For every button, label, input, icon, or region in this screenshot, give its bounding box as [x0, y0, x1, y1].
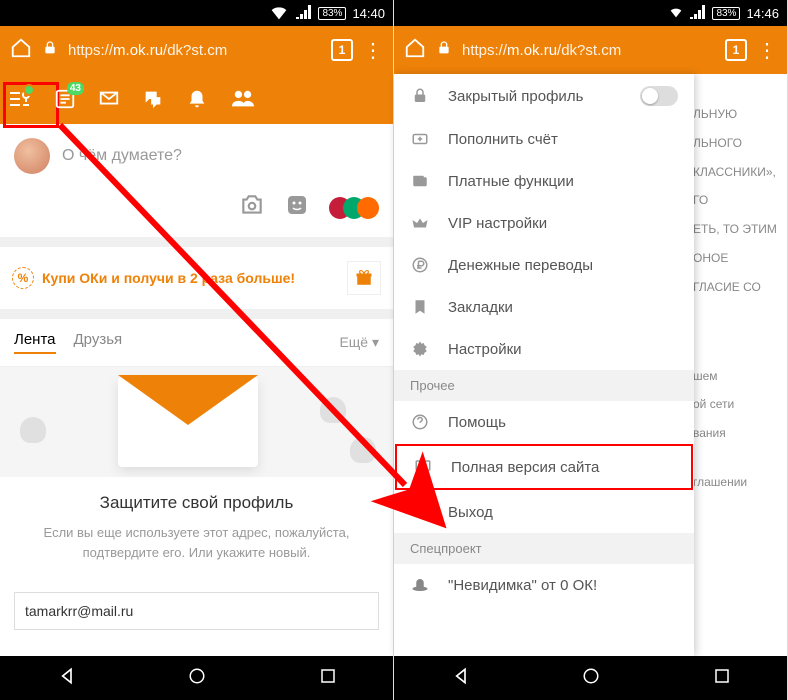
menu-dots-icon[interactable]: ⋮	[363, 38, 383, 63]
tab-count[interactable]: 1	[331, 39, 353, 61]
recents-button[interactable]	[319, 667, 337, 690]
phone-left: 83% 14:40 https://m.ok.ru/dk?st.cm 1 ⋮	[0, 0, 394, 700]
tab-friends[interactable]: Друзья	[74, 331, 123, 354]
feed-badge: 43	[67, 82, 84, 95]
notifications-icon[interactable]	[186, 88, 208, 110]
protect-content: Защитите свой профиль Если вы еще исполь…	[0, 477, 393, 578]
notification-dot	[23, 84, 35, 96]
gear-icon	[410, 340, 430, 358]
status-bar: 83% 14:40	[0, 0, 393, 26]
tab-feed[interactable]: Лента	[14, 331, 56, 354]
side-drawer: Закрытый профиль Пополнить счёт Платные …	[394, 74, 694, 656]
drawer-label: Выход	[448, 504, 493, 521]
wifi-icon	[268, 1, 290, 26]
browser-toolbar: https://m.ok.ru/dk?st.cm 1 ⋮	[394, 26, 787, 74]
recents-button[interactable]	[713, 667, 731, 690]
wallet-icon	[410, 172, 430, 190]
drawer-label: Пополнить счёт	[448, 131, 558, 148]
drawer-item-private[interactable]: Закрытый профиль	[394, 74, 694, 118]
ruble-icon	[410, 256, 430, 274]
exit-icon	[410, 503, 430, 521]
drawer-label: "Невидимка" от 0 ОК!	[448, 577, 597, 594]
status-bar: 83% 14:46	[394, 0, 787, 26]
feed-tabs: Лента Друзья Ещё ▾	[0, 319, 393, 367]
battery-indicator: 83%	[318, 7, 346, 20]
drawer-item-full-version[interactable]: Полная версия сайта	[395, 444, 693, 490]
android-navbar	[394, 656, 787, 700]
clock: 14:46	[746, 6, 779, 21]
phone-right: 83% 14:46 https://m.ok.ru/dk?st.cm 1 ⋮ Л…	[394, 0, 788, 700]
protect-desc: Если вы еще используете этот адрес, пожа…	[20, 523, 373, 562]
tab-count[interactable]: 1	[725, 39, 747, 61]
feed-icon[interactable]: 43	[54, 88, 76, 110]
help-icon	[410, 413, 430, 431]
drawer-item-invisible[interactable]: "Невидимка" от 0 ОК!	[394, 564, 694, 606]
drawer-item-transfers[interactable]: Денежные переводы	[394, 244, 694, 286]
gift-button[interactable]	[347, 261, 381, 295]
drawer-section-special: Спецпроект	[394, 533, 694, 564]
drawer-label: VIP настройки	[448, 215, 547, 232]
monitor-icon	[413, 458, 433, 476]
home-icon[interactable]	[10, 37, 32, 64]
plus-icon	[410, 130, 430, 148]
drawer-label: Платные функции	[448, 173, 574, 190]
browser-toolbar: https://m.ok.ru/dk?st.cm 1 ⋮	[0, 26, 393, 74]
drawer-item-vip[interactable]: VIP настройки	[394, 202, 694, 244]
drawer-label: Настройки	[448, 341, 522, 358]
back-button[interactable]	[450, 666, 470, 691]
home-icon[interactable]	[404, 37, 426, 64]
post-composer[interactable]: О чём думаете?	[0, 124, 393, 188]
battery-indicator: 83%	[712, 7, 740, 20]
background-text: ЛЬНУЮ ЛЬНОГО КЛАССНИКИ», ГО ЕТЬ, ТО ЭТИМ…	[693, 100, 779, 497]
toggle-switch[interactable]	[640, 86, 678, 106]
hamburger-menu[interactable]	[8, 87, 32, 111]
discussions-icon[interactable]	[142, 88, 164, 110]
drawer-label: Закладки	[448, 299, 513, 316]
drawer-label: Полная версия сайта	[451, 459, 599, 476]
email-field[interactable]: tamarkrr@mail.ru	[14, 592, 379, 630]
sticker-icon[interactable]	[285, 193, 309, 222]
promo-text: Купи ОКи и получи в 2 раза больше!	[42, 270, 295, 286]
home-button[interactable]	[582, 667, 600, 690]
drawer-label: Денежные переводы	[448, 257, 593, 274]
friends-icon[interactable]	[230, 88, 256, 110]
drawer-label: Закрытый профиль	[448, 88, 583, 105]
bookmark-icon	[410, 298, 430, 316]
url-field[interactable]: https://m.ok.ru/dk?st.cm	[462, 42, 715, 59]
signal-icon	[690, 5, 706, 22]
drawer-item-help[interactable]: Помощь	[394, 401, 694, 443]
composer-placeholder: О чём думаете?	[62, 147, 182, 165]
color-picker[interactable]	[329, 197, 379, 219]
clock: 14:40	[352, 6, 385, 21]
tab-more[interactable]: Ещё ▾	[339, 334, 379, 351]
drawer-label: Помощь	[448, 414, 506, 431]
signal-icon	[296, 5, 312, 22]
protect-banner-image	[0, 367, 393, 477]
wifi-icon	[668, 4, 684, 23]
app-nav: 43	[0, 74, 393, 124]
url-field[interactable]: https://m.ok.ru/dk?st.cm	[68, 42, 321, 59]
android-navbar	[0, 656, 393, 700]
crown-icon	[410, 214, 430, 232]
drawer-item-settings[interactable]: Настройки	[394, 328, 694, 370]
camera-icon[interactable]	[239, 192, 265, 223]
protect-title: Защитите свой профиль	[20, 493, 373, 513]
drawer-item-topup[interactable]: Пополнить счёт	[394, 118, 694, 160]
hat-icon	[410, 576, 430, 594]
messages-icon[interactable]	[98, 88, 120, 110]
drawer-item-exit[interactable]: Выход	[394, 491, 694, 533]
lock-icon	[436, 40, 452, 61]
drawer-item-paid[interactable]: Платные функции	[394, 160, 694, 202]
avatar[interactable]	[14, 138, 50, 174]
drawer-item-bookmarks[interactable]: Закладки	[394, 286, 694, 328]
lock-icon	[410, 87, 430, 105]
home-button[interactable]	[188, 667, 206, 690]
drawer-section-other: Прочее	[394, 370, 694, 401]
menu-dots-icon[interactable]: ⋮	[757, 38, 777, 63]
back-button[interactable]	[56, 666, 76, 691]
composer-actions	[0, 188, 393, 237]
percent-icon: %	[12, 267, 34, 289]
promo-banner[interactable]: % Купи ОКи и получи в 2 раза больше!	[0, 247, 393, 309]
lock-icon	[42, 40, 58, 61]
